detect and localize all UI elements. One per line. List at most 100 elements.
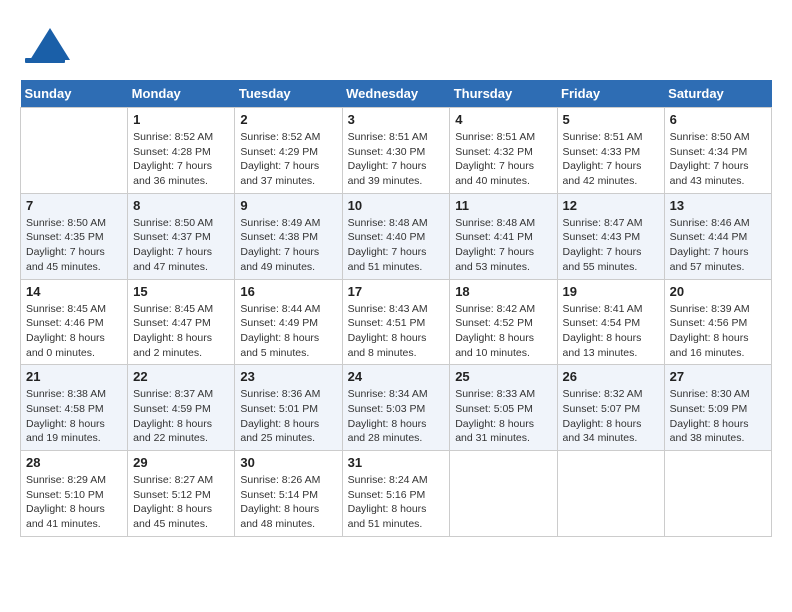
day-number: 26 <box>563 369 659 384</box>
calendar-cell: 19 Sunrise: 8:41 AM Sunset: 4:54 PM Dayli… <box>557 279 664 365</box>
day-number: 11 <box>455 198 551 213</box>
calendar-week-row: 28 Sunrise: 8:29 AM Sunset: 5:10 PM Dayli… <box>21 451 772 537</box>
day-info: Sunrise: 8:52 AM Sunset: 4:29 PM Dayligh… <box>240 130 336 189</box>
day-info: Sunrise: 8:42 AM Sunset: 4:52 PM Dayligh… <box>455 302 551 361</box>
calendar-day-header: Monday <box>128 80 235 108</box>
day-number: 2 <box>240 112 336 127</box>
day-info: Sunrise: 8:39 AM Sunset: 4:56 PM Dayligh… <box>670 302 766 361</box>
calendar-cell: 28 Sunrise: 8:29 AM Sunset: 5:10 PM Dayli… <box>21 451 128 537</box>
day-number: 21 <box>26 369 122 384</box>
day-info: Sunrise: 8:36 AM Sunset: 5:01 PM Dayligh… <box>240 387 336 446</box>
day-info: Sunrise: 8:29 AM Sunset: 5:10 PM Dayligh… <box>26 473 122 532</box>
day-info: Sunrise: 8:27 AM Sunset: 5:12 PM Dayligh… <box>133 473 229 532</box>
day-number: 29 <box>133 455 229 470</box>
day-number: 24 <box>348 369 445 384</box>
calendar-cell: 15 Sunrise: 8:45 AM Sunset: 4:47 PM Dayli… <box>128 279 235 365</box>
day-number: 4 <box>455 112 551 127</box>
day-number: 27 <box>670 369 766 384</box>
calendar-cell: 9 Sunrise: 8:49 AM Sunset: 4:38 PM Daylig… <box>235 193 342 279</box>
day-info: Sunrise: 8:48 AM Sunset: 4:40 PM Dayligh… <box>348 216 445 275</box>
day-number: 1 <box>133 112 229 127</box>
day-info: Sunrise: 8:51 AM Sunset: 4:30 PM Dayligh… <box>348 130 445 189</box>
calendar-cell: 22 Sunrise: 8:37 AM Sunset: 4:59 PM Dayli… <box>128 365 235 451</box>
day-number: 31 <box>348 455 445 470</box>
day-info: Sunrise: 8:51 AM Sunset: 4:32 PM Dayligh… <box>455 130 551 189</box>
calendar-week-row: 1 Sunrise: 8:52 AM Sunset: 4:28 PM Daylig… <box>21 108 772 194</box>
day-number: 7 <box>26 198 122 213</box>
calendar-cell: 1 Sunrise: 8:52 AM Sunset: 4:28 PM Daylig… <box>128 108 235 194</box>
calendar-cell <box>450 451 557 537</box>
calendar-cell: 2 Sunrise: 8:52 AM Sunset: 4:29 PM Daylig… <box>235 108 342 194</box>
day-number: 6 <box>670 112 766 127</box>
day-info: Sunrise: 8:41 AM Sunset: 4:54 PM Dayligh… <box>563 302 659 361</box>
calendar-cell: 30 Sunrise: 8:26 AM Sunset: 5:14 PM Dayli… <box>235 451 342 537</box>
day-number: 14 <box>26 284 122 299</box>
day-info: Sunrise: 8:45 AM Sunset: 4:47 PM Dayligh… <box>133 302 229 361</box>
day-info: Sunrise: 8:37 AM Sunset: 4:59 PM Dayligh… <box>133 387 229 446</box>
day-info: Sunrise: 8:38 AM Sunset: 4:58 PM Dayligh… <box>26 387 122 446</box>
day-number: 25 <box>455 369 551 384</box>
day-number: 12 <box>563 198 659 213</box>
calendar-cell: 10 Sunrise: 8:48 AM Sunset: 4:40 PM Dayli… <box>342 193 450 279</box>
calendar-cell: 3Sunrise: 8:51 AM Sunset: 4:30 PM Daylig… <box>342 108 450 194</box>
day-number: 9 <box>240 198 336 213</box>
calendar-cell: 12Sunrise: 8:47 AM Sunset: 4:43 PM Dayli… <box>557 193 664 279</box>
day-info: Sunrise: 8:30 AM Sunset: 5:09 PM Dayligh… <box>670 387 766 446</box>
day-info: Sunrise: 8:43 AM Sunset: 4:51 PM Dayligh… <box>348 302 445 361</box>
day-number: 16 <box>240 284 336 299</box>
logo <box>20 20 74 70</box>
calendar-cell: 13 Sunrise: 8:46 AM Sunset: 4:44 PM Dayli… <box>664 193 771 279</box>
day-info: Sunrise: 8:46 AM Sunset: 4:44 PM Dayligh… <box>670 216 766 275</box>
day-number: 28 <box>26 455 122 470</box>
day-number: 8 <box>133 198 229 213</box>
calendar-header-row: SundayMondayTuesdayWednesdayThursdayFrid… <box>21 80 772 108</box>
day-number: 13 <box>670 198 766 213</box>
calendar-day-header: Tuesday <box>235 80 342 108</box>
day-info: Sunrise: 8:50 AM Sunset: 4:35 PM Dayligh… <box>26 216 122 275</box>
calendar-cell: 8Sunrise: 8:50 AM Sunset: 4:37 PM Daylig… <box>128 193 235 279</box>
calendar-cell <box>21 108 128 194</box>
calendar-week-row: 21 Sunrise: 8:38 AM Sunset: 4:58 PM Dayli… <box>21 365 772 451</box>
day-number: 23 <box>240 369 336 384</box>
day-info: Sunrise: 8:33 AM Sunset: 5:05 PM Dayligh… <box>455 387 551 446</box>
calendar-cell: 18 Sunrise: 8:42 AM Sunset: 4:52 PM Dayli… <box>450 279 557 365</box>
calendar-day-header: Thursday <box>450 80 557 108</box>
calendar-cell: 17Sunrise: 8:43 AM Sunset: 4:51 PM Dayli… <box>342 279 450 365</box>
day-info: Sunrise: 8:52 AM Sunset: 4:28 PM Dayligh… <box>133 130 229 189</box>
calendar-day-header: Friday <box>557 80 664 108</box>
logo-icon <box>20 20 70 70</box>
day-info: Sunrise: 8:34 AM Sunset: 5:03 PM Dayligh… <box>348 387 445 446</box>
calendar-cell: 29 Sunrise: 8:27 AM Sunset: 5:12 PM Dayli… <box>128 451 235 537</box>
day-number: 19 <box>563 284 659 299</box>
calendar-cell: 26 Sunrise: 8:32 AM Sunset: 5:07 PM Dayli… <box>557 365 664 451</box>
calendar-week-row: 7 Sunrise: 8:50 AM Sunset: 4:35 PM Daylig… <box>21 193 772 279</box>
day-number: 20 <box>670 284 766 299</box>
calendar-cell: 31Sunrise: 8:24 AM Sunset: 5:16 PM Dayli… <box>342 451 450 537</box>
day-info: Sunrise: 8:51 AM Sunset: 4:33 PM Dayligh… <box>563 130 659 189</box>
day-number: 22 <box>133 369 229 384</box>
day-number: 5 <box>563 112 659 127</box>
day-number: 15 <box>133 284 229 299</box>
day-info: Sunrise: 8:45 AM Sunset: 4:46 PM Dayligh… <box>26 302 122 361</box>
calendar-cell <box>557 451 664 537</box>
calendar-cell: 5 Sunrise: 8:51 AM Sunset: 4:33 PM Daylig… <box>557 108 664 194</box>
page-header <box>20 20 772 70</box>
calendar-cell: 21 Sunrise: 8:38 AM Sunset: 4:58 PM Dayli… <box>21 365 128 451</box>
day-number: 18 <box>455 284 551 299</box>
calendar-cell: 16Sunrise: 8:44 AM Sunset: 4:49 PM Dayli… <box>235 279 342 365</box>
day-info: Sunrise: 8:49 AM Sunset: 4:38 PM Dayligh… <box>240 216 336 275</box>
calendar-cell: 7 Sunrise: 8:50 AM Sunset: 4:35 PM Daylig… <box>21 193 128 279</box>
calendar-cell: 27 Sunrise: 8:30 AM Sunset: 5:09 PM Dayli… <box>664 365 771 451</box>
day-info: Sunrise: 8:26 AM Sunset: 5:14 PM Dayligh… <box>240 473 336 532</box>
calendar-day-header: Saturday <box>664 80 771 108</box>
calendar-cell: 14 Sunrise: 8:45 AM Sunset: 4:46 PM Dayli… <box>21 279 128 365</box>
calendar-day-header: Sunday <box>21 80 128 108</box>
day-number: 30 <box>240 455 336 470</box>
day-number: 10 <box>348 198 445 213</box>
day-info: Sunrise: 8:50 AM Sunset: 4:34 PM Dayligh… <box>670 130 766 189</box>
calendar-day-header: Wednesday <box>342 80 450 108</box>
calendar-cell <box>664 451 771 537</box>
calendar-cell: 24 Sunrise: 8:34 AM Sunset: 5:03 PM Dayli… <box>342 365 450 451</box>
day-info: Sunrise: 8:32 AM Sunset: 5:07 PM Dayligh… <box>563 387 659 446</box>
calendar-cell: 6 Sunrise: 8:50 AM Sunset: 4:34 PM Daylig… <box>664 108 771 194</box>
